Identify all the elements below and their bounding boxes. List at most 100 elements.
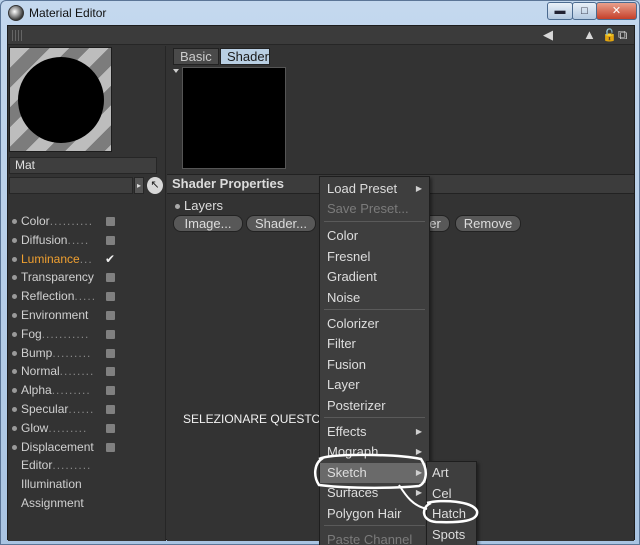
menu-item-label: Fresnel	[327, 249, 371, 264]
channel-item[interactable]: Alpha.........	[8, 381, 164, 400]
lock-icon[interactable]: 🔓	[602, 27, 617, 43]
menu-item-label: Layer	[327, 377, 360, 392]
channel-item[interactable]: Reflection.....	[8, 287, 164, 306]
menu-item-label: Effects	[327, 424, 367, 439]
menu-item-load-preset[interactable]: Load Preset ▶	[320, 179, 429, 199]
preview-menu-arrow-icon[interactable]	[173, 69, 179, 73]
menu-item-colorizer[interactable]: Colorizer	[320, 314, 429, 334]
add-shader-context-menu: Load Preset ▶ Save Preset... Color Fresnel Gr…	[319, 176, 430, 545]
preview-sphere	[18, 57, 104, 143]
toolbar-grip-icon[interactable]	[12, 30, 24, 41]
channel-item[interactable]: Specular......	[8, 400, 164, 419]
submenu-item-spots[interactable]: Spots	[427, 525, 476, 545]
material-preview[interactable]	[9, 47, 112, 152]
minimize-button[interactable]: ▬	[547, 2, 573, 20]
channel-checkbox[interactable]	[106, 442, 115, 452]
channel-leader-dots: .........	[51, 383, 91, 398]
title-bar[interactable]: Material Editor ▬ □ ✕	[1, 1, 639, 25]
menu-item-label: Save Preset...	[327, 201, 409, 216]
channel-label: Illumination	[21, 477, 82, 492]
menu-item-mograph[interactable]: Mograph ▶	[320, 442, 429, 462]
channel-label: Editor	[21, 458, 53, 473]
menu-item-color[interactable]: Color	[320, 226, 429, 246]
channel-checkbox[interactable]	[106, 273, 115, 283]
channel-item[interactable]: Diffusion.....	[8, 231, 164, 250]
channel-item[interactable]: Color..........	[8, 212, 164, 231]
channel-checkbox[interactable]	[106, 235, 115, 245]
up-arrow-icon[interactable]: ▲	[583, 27, 596, 43]
submenu-item-hatch[interactable]: Hatch	[427, 504, 476, 524]
tab-shader[interactable]: Shader	[220, 48, 270, 65]
menu-item-noise[interactable]: Noise	[320, 288, 429, 308]
channel-label: Specular	[21, 401, 69, 416]
menu-item-label: Sketch	[327, 465, 367, 480]
remove-button[interactable]: Remove	[455, 215, 521, 232]
close-button[interactable]: ✕	[596, 2, 637, 20]
channel-bullet-icon	[12, 256, 17, 262]
channel-checkbox[interactable]	[106, 423, 115, 433]
channel-checkbox[interactable]	[106, 386, 115, 396]
menu-item-paste-channel[interactable]: Paste Channel	[320, 530, 429, 545]
channel-item[interactable]: Displacement	[8, 438, 164, 457]
submenu-arrow-icon: ▶	[415, 447, 422, 456]
channel-search-field[interactable]	[9, 177, 133, 194]
material-name-field[interactable]: Mat	[9, 157, 157, 174]
top-toolbar: ◀ ▲ 🔓 ⧉	[8, 26, 634, 45]
menu-item-gradient[interactable]: Gradient	[320, 267, 429, 287]
channel-leader-dots: ..........	[49, 214, 94, 228]
channel-checkbox[interactable]	[106, 292, 115, 302]
channel-item[interactable]: Editor.........	[8, 456, 164, 475]
channel-checkbox[interactable]	[106, 329, 115, 339]
channel-item[interactable]: Illumination	[8, 475, 164, 494]
channel-checkbox[interactable]	[106, 367, 115, 377]
channel-label: Diffusion	[21, 232, 68, 247]
menu-item-layer[interactable]: Layer	[320, 375, 429, 395]
image-button[interactable]: Image...	[173, 215, 243, 232]
channel-item[interactable]: Fog...........	[8, 325, 164, 344]
channel-label: Fog	[21, 326, 42, 341]
menu-item-save-preset[interactable]: Save Preset...	[320, 199, 429, 219]
material-editor-window: Material Editor ▬ □ ✕ ◀ ▲ 🔓 ⧉ Mat ▸ ↖ Co…	[0, 0, 640, 545]
menu-item-polygon-hair[interactable]: Polygon Hair	[320, 504, 429, 524]
channel-checkbox[interactable]	[106, 348, 115, 358]
channel-checkbox[interactable]	[106, 310, 115, 320]
menu-item-surfaces[interactable]: Surfaces ▶	[320, 483, 429, 503]
menu-item-filter[interactable]: Filter	[320, 334, 429, 354]
submenu-item-art[interactable]: Art	[427, 463, 476, 483]
channel-bullet-icon	[12, 444, 17, 450]
menu-item-fusion[interactable]: Fusion	[320, 355, 429, 375]
maximize-button[interactable]: □	[572, 2, 597, 20]
back-arrow-icon[interactable]: ◀	[543, 27, 553, 43]
expand-icon[interactable]: ⧉	[618, 27, 627, 43]
channel-checkbox[interactable]	[106, 217, 115, 226]
submenu-item-cel[interactable]: Cel	[427, 484, 476, 504]
menu-item-sketch[interactable]: Sketch ▶	[320, 463, 429, 483]
channel-item[interactable]: Normal........	[8, 362, 164, 381]
menu-separator	[324, 309, 425, 310]
menu-item-label: Color	[327, 228, 359, 243]
search-arrow-icon[interactable]: ▸	[134, 177, 144, 194]
channel-label: Normal	[21, 364, 60, 379]
channel-item[interactable]: Bump.........	[8, 344, 164, 363]
channel-checkbox[interactable]: ✔	[105, 250, 115, 269]
channel-bullet-icon	[12, 388, 17, 394]
menu-item-label: Polygon Hair	[327, 506, 402, 521]
channel-item[interactable]: Luminance... ✔	[8, 250, 164, 269]
channel-checkbox[interactable]	[106, 404, 115, 414]
channel-item[interactable]: Assignment	[8, 494, 164, 513]
tab-basic[interactable]: Basic	[173, 48, 219, 65]
menu-separator	[324, 417, 425, 418]
channel-item[interactable]: Environment	[8, 306, 164, 325]
menu-item-fresnel[interactable]: Fresnel	[320, 247, 429, 267]
pointer-icon[interactable]: ↖	[147, 177, 163, 194]
channel-list: Color.......... Diffusion..... Luminance..…	[8, 212, 164, 513]
menu-item-effects[interactable]: Effects ▶	[320, 422, 429, 442]
menu-item-posterizer[interactable]: Posterizer	[320, 396, 429, 416]
channel-item[interactable]: Glow.........	[8, 419, 164, 438]
menu-item-label: Colorizer	[327, 316, 380, 331]
channel-bullet-icon	[12, 312, 17, 318]
menu-item-label: Posterizer	[327, 398, 386, 413]
parameter-dot-icon	[175, 204, 180, 210]
shader-button[interactable]: Shader...	[246, 215, 316, 232]
channel-item[interactable]: Transparency	[8, 268, 164, 287]
